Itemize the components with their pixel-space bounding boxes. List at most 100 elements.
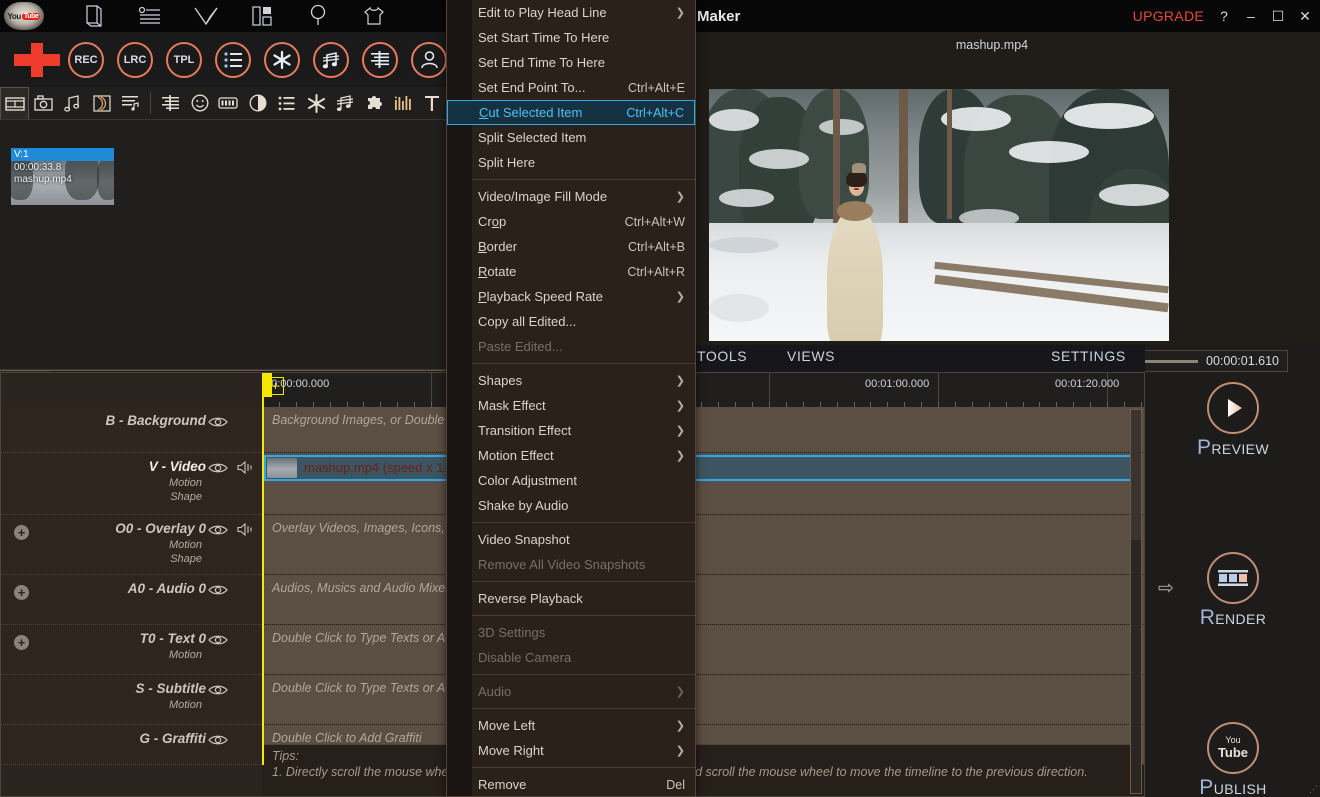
battery-icon[interactable] bbox=[215, 87, 244, 119]
visibility-eye-icon-video[interactable] bbox=[208, 461, 228, 479]
track-body-subtitle[interactable]: Double Click to Type Texts or Add Subtit… bbox=[262, 675, 1144, 724]
publish-button[interactable]: You Tube PUBLISH bbox=[1146, 722, 1320, 797]
track-label-video[interactable]: V - Video Motion Shape bbox=[1, 453, 262, 514]
visibility-eye-icon-graffiti[interactable] bbox=[208, 733, 228, 751]
visibility-eye-icon-background[interactable] bbox=[208, 415, 228, 433]
context-menu-item-copy-all-edited[interactable]: Copy all Edited... bbox=[447, 309, 695, 334]
visibility-eye-icon-overlay0[interactable] bbox=[208, 523, 228, 541]
preview-button[interactable]: PREVIEW bbox=[1146, 382, 1320, 460]
visibility-eye-icon-subtitle[interactable] bbox=[208, 683, 228, 701]
menu-views[interactable]: VIEWS bbox=[787, 348, 835, 364]
context-menu-item-video-image-fill-mode[interactable]: Video/Image Fill Mode ❯ bbox=[447, 184, 695, 209]
context-menu-item-playback-speed-rate[interactable]: Playback Speed Rate ❯ bbox=[447, 284, 695, 309]
emoji-icon[interactable] bbox=[185, 87, 214, 119]
track-label-graffiti[interactable]: G - Graffiti bbox=[1, 725, 262, 764]
lyrics-button[interactable]: LRC bbox=[117, 41, 153, 78]
track-body-background[interactable]: Background Images, or Double Click to In… bbox=[262, 407, 1144, 452]
context-menu-item-move-left[interactable]: Move Left ❯ bbox=[447, 713, 695, 738]
close-button[interactable]: ✕ bbox=[1298, 9, 1312, 23]
magnifier-icon[interactable] bbox=[290, 0, 346, 32]
timeline-playhead[interactable] bbox=[262, 373, 264, 765]
effects-button[interactable] bbox=[264, 41, 300, 78]
context-menu-item-video-snapshot[interactable]: Video Snapshot bbox=[447, 527, 695, 552]
context-menu-item-transition-effect[interactable]: Transition Effect ❯ bbox=[447, 418, 695, 443]
context-menu-item-set-end-point-to[interactable]: Set End Point To... Ctrl+Alt+E bbox=[447, 75, 695, 100]
text-icon[interactable] bbox=[418, 87, 447, 119]
music-note-button[interactable] bbox=[313, 41, 349, 78]
avatar-button[interactable] bbox=[411, 41, 447, 78]
track-label-overlay0[interactable]: + O0 - Overlay 0 Motion Shape bbox=[1, 515, 262, 574]
context-menu-item-remove[interactable]: Remove Del bbox=[447, 772, 695, 796]
playlist-button[interactable] bbox=[215, 41, 251, 78]
context-menu-item-split-here[interactable]: Split Here bbox=[447, 150, 695, 175]
context-menu-item-shake-by-audio[interactable]: Shake by Audio bbox=[447, 493, 695, 518]
context-menu[interactable]: Edit to Play Head Line ❯ Set Start Time To… bbox=[446, 0, 696, 797]
render-button[interactable]: RENDER bbox=[1146, 552, 1320, 630]
track-sub-motion-text0[interactable]: Motion bbox=[169, 649, 202, 661]
pen-nib-icon[interactable] bbox=[178, 0, 234, 32]
track-body-video[interactable]: mashup.mp4 (speed x 1.00) bbox=[262, 453, 1144, 514]
audio-list-icon[interactable] bbox=[116, 87, 145, 119]
note-icon[interactable] bbox=[331, 87, 360, 119]
media-library-tab[interactable] bbox=[0, 87, 30, 119]
music-icon[interactable] bbox=[58, 87, 87, 119]
context-menu-item-motion-effect[interactable]: Motion Effect ❯ bbox=[447, 443, 695, 468]
book-icon[interactable] bbox=[66, 0, 122, 32]
puzzle-icon[interactable] bbox=[360, 87, 389, 119]
context-menu-item-set-start-time-to-here[interactable]: Set Start Time To Here bbox=[447, 25, 695, 50]
add-media-button[interactable] bbox=[14, 40, 60, 80]
record-button[interactable]: REC bbox=[68, 41, 104, 78]
list-icon[interactable] bbox=[273, 87, 302, 119]
layout-panels-icon[interactable] bbox=[234, 0, 290, 32]
track-sub-motion-subtitle[interactable]: Motion bbox=[169, 699, 202, 711]
track-body-audio0[interactable]: Audios, Musics and Audio Mixer, or Doubl… bbox=[262, 575, 1144, 624]
track-body-text0[interactable]: Double Click to Type Texts or Add Subtit… bbox=[262, 625, 1144, 674]
context-menu-item-split-selected-item[interactable]: Split Selected Item bbox=[447, 125, 695, 150]
minimize-button[interactable]: – bbox=[1244, 9, 1258, 23]
context-menu-item-cut-selected-item[interactable]: Cut Selected Item Ctrl+Alt+C bbox=[447, 100, 695, 125]
window-resize-grip[interactable]: ⋰ bbox=[1309, 784, 1318, 795]
visibility-eye-icon-text0[interactable] bbox=[208, 633, 228, 651]
context-menu-item-shapes[interactable]: Shapes ❯ bbox=[447, 368, 695, 393]
video-preview-stage[interactable] bbox=[709, 89, 1169, 341]
template-button[interactable]: TPL bbox=[166, 41, 202, 78]
audio-mixer-button[interactable] bbox=[362, 41, 398, 78]
track-sub-shape-video[interactable]: Shape bbox=[170, 491, 202, 503]
context-menu-item-edit-to-play-head-line[interactable]: Edit to Play Head Line ❯ bbox=[447, 0, 695, 25]
mixer-icon[interactable] bbox=[156, 87, 185, 119]
media-thumbnail-mashup[interactable]: V:1 00:00:33.8 mashup.mp4 bbox=[11, 148, 114, 205]
context-menu-item-crop[interactable]: Crop Ctrl+Alt+W bbox=[447, 209, 695, 234]
track-label-background[interactable]: B - Background bbox=[1, 407, 262, 452]
add-audio-track-button[interactable]: + bbox=[14, 585, 29, 600]
tshirt-skin-icon[interactable] bbox=[346, 0, 402, 32]
context-menu-item-color-adjustment[interactable]: Color Adjustment bbox=[447, 468, 695, 493]
timeline-clip-mashup[interactable]: mashup.mp4 (speed x 1.00) bbox=[264, 455, 1134, 481]
track-sub-shape-overlay0[interactable]: Shape bbox=[170, 553, 202, 565]
contrast-icon[interactable] bbox=[244, 87, 273, 119]
context-menu-item-set-end-time-to-here[interactable]: Set End Time To Here bbox=[447, 50, 695, 75]
track-label-audio0[interactable]: + A0 - Audio 0 bbox=[1, 575, 262, 624]
add-text-track-button[interactable]: + bbox=[14, 635, 29, 650]
help-button[interactable]: ? bbox=[1217, 9, 1231, 23]
list-settings-icon[interactable] bbox=[122, 0, 178, 32]
camera-icon[interactable] bbox=[29, 87, 58, 119]
playhead-marker-box[interactable]: + bbox=[267, 377, 284, 395]
menu-settings[interactable]: SETTINGS bbox=[1051, 348, 1126, 364]
mute-speaker-icon-video[interactable] bbox=[237, 460, 253, 479]
context-menu-item-rotate[interactable]: Rotate Ctrl+Alt+R bbox=[447, 259, 695, 284]
menu-tools[interactable]: TOOLS bbox=[697, 348, 747, 364]
track-label-subtitle[interactable]: S - Subtitle Motion bbox=[1, 675, 262, 724]
mute-speaker-icon-overlay0[interactable] bbox=[237, 522, 253, 541]
timeline-scroll-thumb[interactable] bbox=[1131, 410, 1141, 540]
spectrum-icon[interactable] bbox=[389, 87, 418, 119]
upgrade-link[interactable]: UPGRADE bbox=[1133, 8, 1204, 24]
track-sub-motion-video[interactable]: Motion bbox=[169, 477, 202, 489]
maximize-button[interactable]: ☐ bbox=[1271, 9, 1285, 23]
add-overlay-track-button[interactable]: + bbox=[14, 525, 29, 540]
timeline-vertical-scrollbar[interactable] bbox=[1130, 409, 1142, 794]
track-label-text0[interactable]: + T0 - Text 0 Motion bbox=[1, 625, 262, 674]
snowflake-icon[interactable] bbox=[302, 87, 331, 119]
visibility-eye-icon-audio0[interactable] bbox=[208, 583, 228, 601]
track-body-overlay0[interactable]: Overlay Videos, Images, Icons, or Double… bbox=[262, 515, 1144, 574]
context-menu-item-border[interactable]: Border Ctrl+Alt+B bbox=[447, 234, 695, 259]
